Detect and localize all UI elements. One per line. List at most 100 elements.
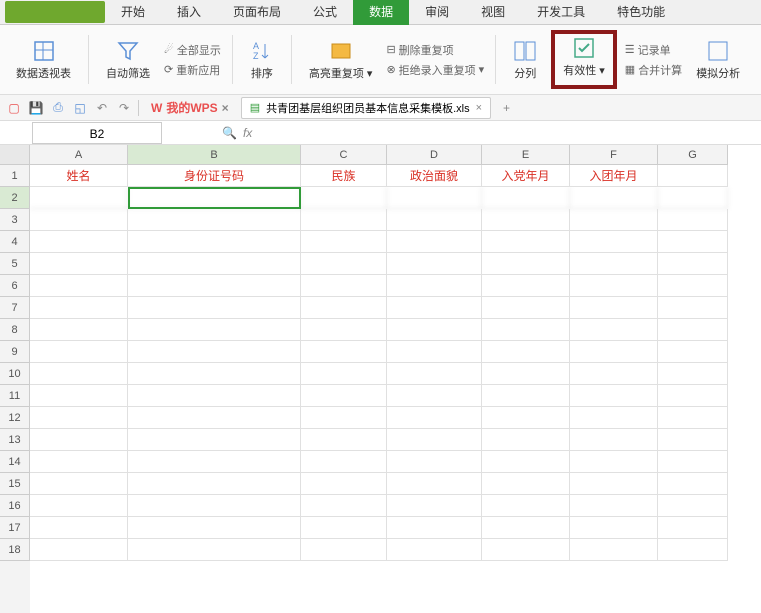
row-head-2[interactable]: 2 <box>0 187 30 209</box>
cell-A17[interactable] <box>30 517 128 539</box>
doc-close-icon[interactable]: × <box>476 102 482 114</box>
cell-D4[interactable] <box>387 231 482 253</box>
new-icon[interactable]: ▢ <box>6 100 22 116</box>
cell-F10[interactable] <box>570 363 658 385</box>
cell-B16[interactable] <box>128 495 301 517</box>
row-head-18[interactable]: 18 <box>0 539 30 561</box>
cell-E16[interactable] <box>482 495 570 517</box>
cell-F18[interactable] <box>570 539 658 561</box>
cell-A18[interactable] <box>30 539 128 561</box>
cell-B11[interactable] <box>128 385 301 407</box>
cell-B8[interactable] <box>128 319 301 341</box>
cell-A12[interactable] <box>30 407 128 429</box>
cell-C1[interactable]: 民族 <box>301 165 387 187</box>
ribbon-rejectdup[interactable]: ⊗拒绝录入重复项 ▾ <box>386 62 484 78</box>
preview-icon[interactable]: ◱ <box>72 100 88 116</box>
close-icon[interactable]: × <box>222 101 229 115</box>
cell-G7[interactable] <box>658 297 728 319</box>
cell-D11[interactable] <box>387 385 482 407</box>
cell-D15[interactable] <box>387 473 482 495</box>
ribbon-pivot[interactable]: 数据透视表 <box>10 30 77 89</box>
cell-B9[interactable] <box>128 341 301 363</box>
cell-D8[interactable] <box>387 319 482 341</box>
col-head-E[interactable]: E <box>482 145 570 165</box>
cell-A9[interactable] <box>30 341 128 363</box>
cell-E17[interactable] <box>482 517 570 539</box>
ribbon-texttocolumns[interactable]: 分列 <box>507 30 543 89</box>
my-wps-button[interactable]: W我的WPS× <box>145 99 235 116</box>
row-head-13[interactable]: 13 <box>0 429 30 451</box>
cell-G4[interactable] <box>658 231 728 253</box>
cell-G11[interactable] <box>658 385 728 407</box>
cell-C8[interactable] <box>301 319 387 341</box>
cell-A8[interactable] <box>30 319 128 341</box>
ribbon-autofilter[interactable]: 自动筛选 <box>100 30 156 89</box>
row-head-14[interactable]: 14 <box>0 451 30 473</box>
cell-C3[interactable] <box>301 209 387 231</box>
cell-G15[interactable] <box>658 473 728 495</box>
cell-B4[interactable] <box>128 231 301 253</box>
cell-B13[interactable] <box>128 429 301 451</box>
cell-A1[interactable]: 姓名 <box>30 165 128 187</box>
tab-view[interactable]: 视图 <box>465 0 521 25</box>
cell-C7[interactable] <box>301 297 387 319</box>
col-head-G[interactable]: G <box>658 145 728 165</box>
cell-F15[interactable] <box>570 473 658 495</box>
row-head-7[interactable]: 7 <box>0 297 30 319</box>
cell-C4[interactable] <box>301 231 387 253</box>
cell-B5[interactable] <box>128 253 301 275</box>
ribbon-highlight[interactable]: 高亮重复项 ▾ <box>303 30 379 89</box>
cell-B18[interactable] <box>128 539 301 561</box>
cell-G18[interactable] <box>658 539 728 561</box>
cell-B2[interactable] <box>128 187 301 209</box>
cell-A15[interactable] <box>30 473 128 495</box>
cell-E9[interactable] <box>482 341 570 363</box>
cell-G14[interactable] <box>658 451 728 473</box>
row-head-17[interactable]: 17 <box>0 517 30 539</box>
cell-B7[interactable] <box>128 297 301 319</box>
cell-D13[interactable] <box>387 429 482 451</box>
cell-F3[interactable] <box>570 209 658 231</box>
cell-C13[interactable] <box>301 429 387 451</box>
cell-F7[interactable] <box>570 297 658 319</box>
cell-G5[interactable] <box>658 253 728 275</box>
col-head-C[interactable]: C <box>301 145 387 165</box>
cell-D17[interactable] <box>387 517 482 539</box>
tab-insert[interactable]: 插入 <box>161 0 217 25</box>
tab-formula[interactable]: 公式 <box>297 0 353 25</box>
cell-E3[interactable] <box>482 209 570 231</box>
add-tab-button[interactable]: + <box>497 101 516 115</box>
cell-G2[interactable] <box>658 187 728 209</box>
cell-D5[interactable] <box>387 253 482 275</box>
cell-F17[interactable] <box>570 517 658 539</box>
cell-E8[interactable] <box>482 319 570 341</box>
cell-F16[interactable] <box>570 495 658 517</box>
cell-G6[interactable] <box>658 275 728 297</box>
name-box[interactable]: B2 <box>32 122 162 144</box>
cell-G17[interactable] <box>658 517 728 539</box>
cell-G10[interactable] <box>658 363 728 385</box>
cell-F1[interactable]: 入团年月 <box>570 165 658 187</box>
cell-A13[interactable] <box>30 429 128 451</box>
cell-A5[interactable] <box>30 253 128 275</box>
tab-data[interactable]: 数据 <box>353 0 409 25</box>
ribbon-sort[interactable]: AZ 排序 <box>244 30 280 89</box>
cell-B12[interactable] <box>128 407 301 429</box>
cell-F5[interactable] <box>570 253 658 275</box>
cell-D9[interactable] <box>387 341 482 363</box>
cell-E13[interactable] <box>482 429 570 451</box>
cell-E4[interactable] <box>482 231 570 253</box>
ribbon-removedup[interactable]: ⊟删除重复项 <box>386 42 484 58</box>
row-head-1[interactable]: 1 <box>0 165 30 187</box>
cell-A10[interactable] <box>30 363 128 385</box>
cell-E6[interactable] <box>482 275 570 297</box>
redo-icon[interactable]: ↷ <box>116 100 132 116</box>
row-head-8[interactable]: 8 <box>0 319 30 341</box>
cell-G8[interactable] <box>658 319 728 341</box>
tab-dev[interactable]: 开发工具 <box>521 0 601 25</box>
cell-E1[interactable]: 入党年月 <box>482 165 570 187</box>
cell-A16[interactable] <box>30 495 128 517</box>
cell-E14[interactable] <box>482 451 570 473</box>
cell-D3[interactable] <box>387 209 482 231</box>
cell-F6[interactable] <box>570 275 658 297</box>
